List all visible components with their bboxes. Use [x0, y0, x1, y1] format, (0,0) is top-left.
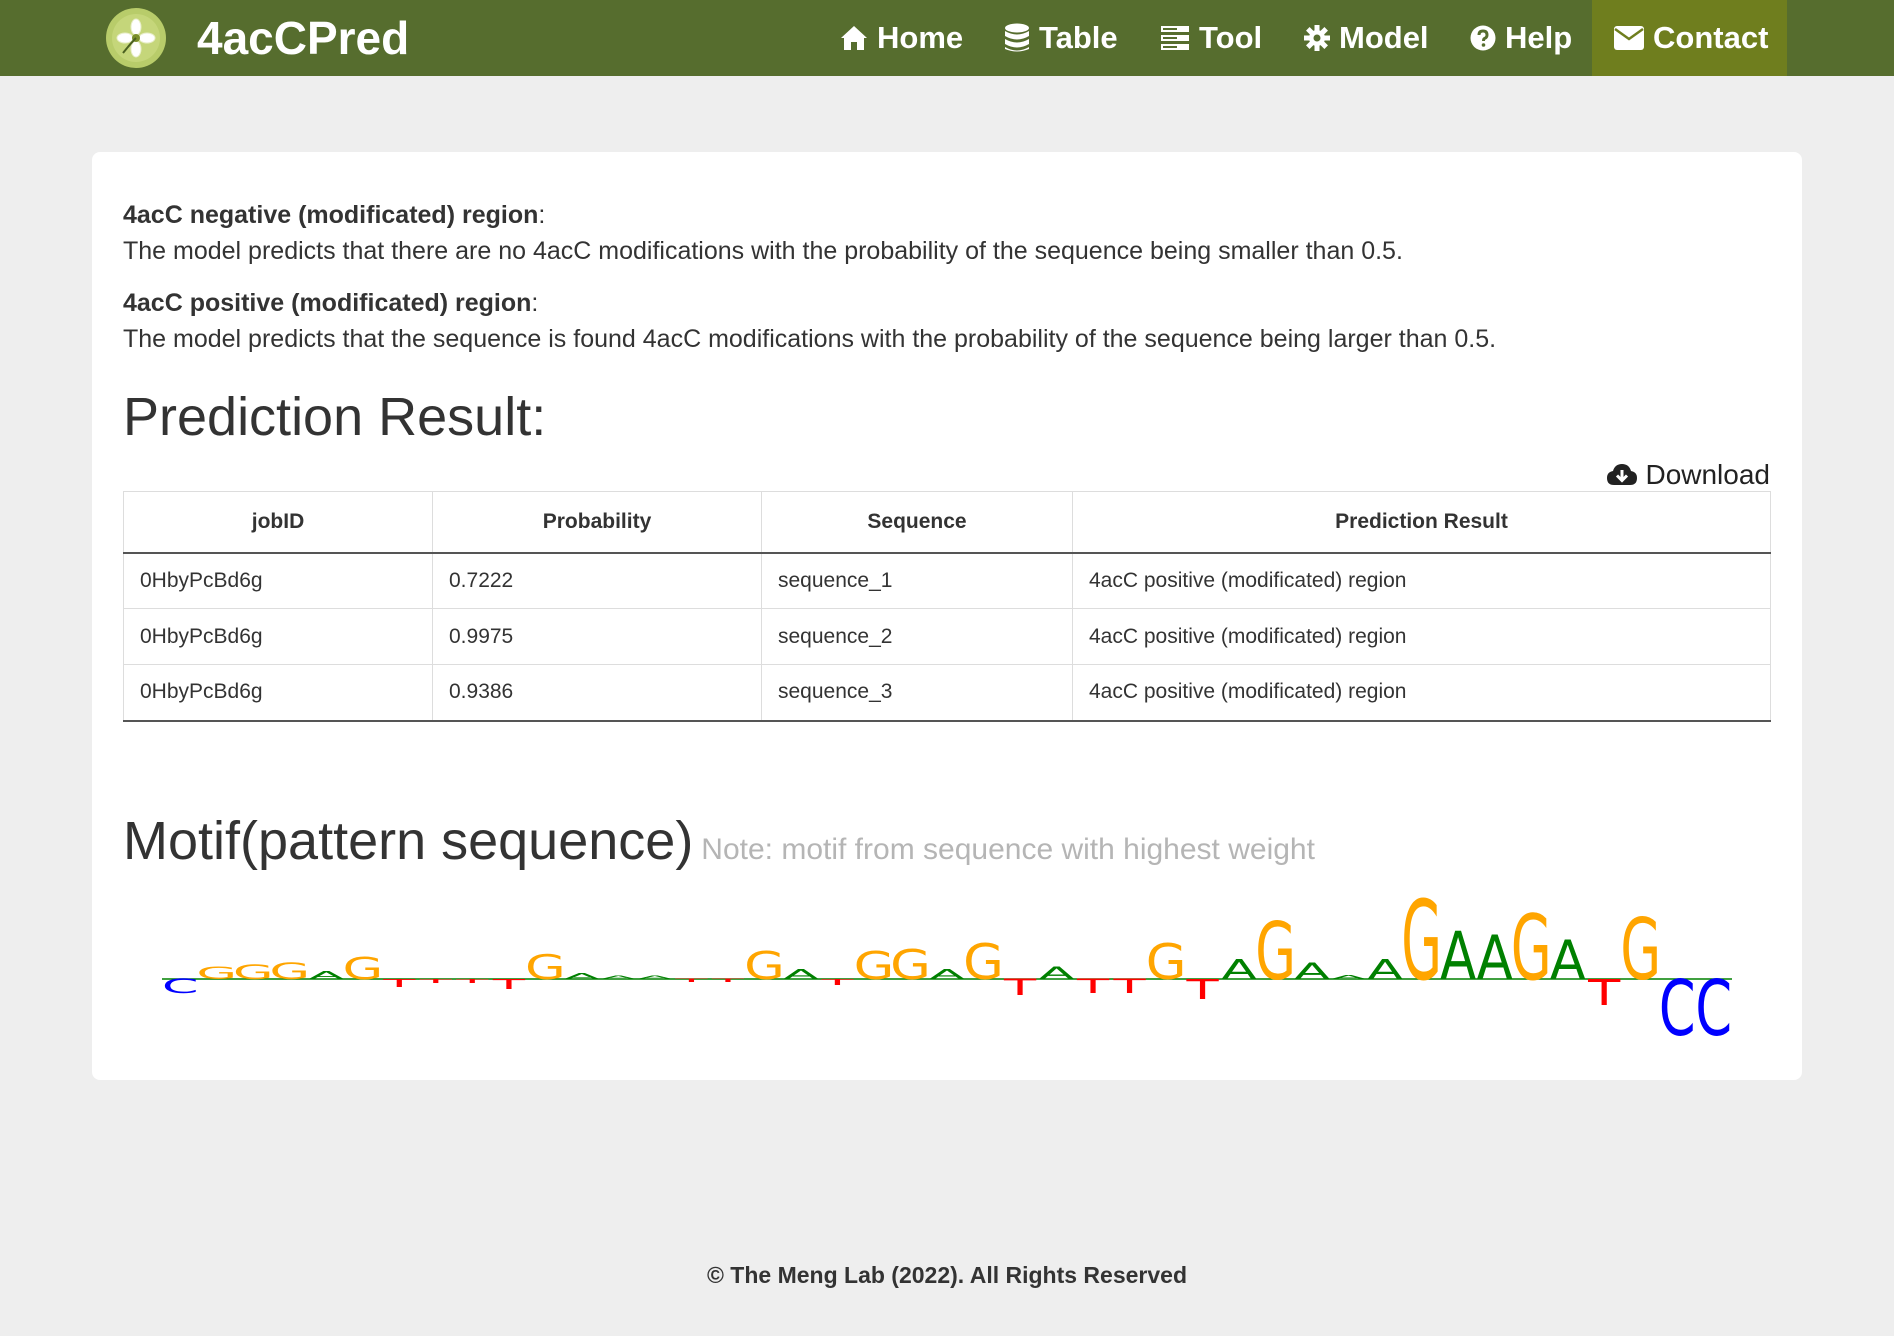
brand-logo[interactable]	[106, 8, 166, 68]
nav-model[interactable]: Model	[1304, 0, 1429, 76]
logo-letter-t: T	[1587, 972, 1621, 1014]
logo-letter-t: T	[1112, 976, 1147, 998]
navbar: 4acCPred Home Table Tool Model Help Cont…	[0, 0, 1894, 76]
logo-letter-a: A	[1039, 964, 1075, 983]
logo-letter-g: G	[196, 964, 237, 983]
motif-sequence-logo: CGGGAG T T T T GA A AT T GA T GGAG TAT T G TAGA A AGA AGAT…	[162, 878, 1732, 1054]
logo-letter-t: T	[1076, 976, 1111, 998]
logo-letter-g: G	[269, 959, 310, 984]
logo-letter-g: G	[233, 962, 274, 984]
nav-table-label: Table	[1039, 20, 1118, 55]
logo-letter-g: G	[1620, 900, 1661, 1000]
logo-letter-t: T	[710, 978, 744, 983]
logo-letter-a: A	[1294, 959, 1331, 984]
footer-copyright: © The Meng Lab (2022). All Rights Reserv…	[706, 1262, 1188, 1288]
logo-letter-a: A	[600, 975, 637, 980]
nav-table[interactable]: Table	[1004, 0, 1118, 76]
logo-letter-a: A	[1221, 954, 1257, 986]
nav-tool[interactable]: Tool	[1160, 0, 1262, 76]
logo-letter-g: G	[342, 952, 383, 987]
logo-letter-g: G	[1401, 878, 1442, 1006]
nav-help[interactable]: Help	[1470, 0, 1572, 76]
logo-letter-a: A	[1367, 954, 1403, 986]
home-icon	[841, 26, 867, 50]
nav-contact[interactable]: Contact	[1592, 0, 1787, 76]
gear-icon	[1304, 25, 1330, 51]
logo-letter-t: T	[382, 977, 417, 990]
logo-letter-a: A	[637, 975, 674, 980]
server-icon	[1161, 26, 1189, 50]
logo-letter-a: A	[1440, 919, 1476, 995]
logo-letter-t: T	[455, 978, 489, 984]
logo-letter-a: A	[308, 969, 344, 982]
nav-home[interactable]: Home	[840, 0, 963, 76]
logo-letter-g: G	[854, 943, 895, 988]
logo-letter-g: G	[963, 934, 1004, 991]
logo-letter-t: T	[418, 978, 452, 984]
brand-name[interactable]: 4acCPred	[197, 12, 409, 64]
logo-letter-t: T	[1003, 975, 1037, 1000]
database-icon	[1005, 23, 1029, 52]
logo-letter-t: T	[1185, 974, 1219, 1006]
nav-home-label: Home	[877, 20, 964, 55]
logo-letter-c: C	[162, 976, 199, 998]
question-circle-icon	[1470, 25, 1496, 51]
logo-letter-a: A	[1331, 974, 1368, 980]
nav-tool-label: Tool	[1199, 20, 1263, 55]
logo-letter-a: A	[783, 967, 819, 983]
logo-letter-a: A	[929, 967, 965, 983]
logo-letter-c: C	[1695, 964, 1732, 1054]
nav-help-label: Help	[1505, 20, 1573, 55]
nav-contact-label: Contact	[1653, 20, 1769, 55]
logo-letter-g: G	[1146, 934, 1187, 991]
logo-letter-g: G	[1255, 905, 1296, 998]
logo-letter-t: T	[491, 977, 525, 993]
logo-letter-g: G	[525, 948, 566, 987]
envelope-icon	[1614, 26, 1644, 50]
logo-letter-t: T	[820, 977, 855, 987]
logo-letter-a: A	[1550, 928, 1586, 992]
logo-letter-a: A	[564, 971, 600, 981]
logo-letter-g: G	[1511, 896, 1552, 1001]
logo-letter-a: A	[1477, 925, 1513, 994]
flower-icon	[112, 14, 160, 62]
logo-letter-g: G	[890, 942, 931, 990]
nav-model-label: Model	[1339, 20, 1429, 55]
logo-letter-t: T	[674, 978, 708, 983]
logo-letter-c: C	[1659, 964, 1696, 1054]
result-card: 4acC negative (modificated) region: The …	[92, 152, 1802, 1080]
logo-letter-g: G	[744, 943, 785, 988]
